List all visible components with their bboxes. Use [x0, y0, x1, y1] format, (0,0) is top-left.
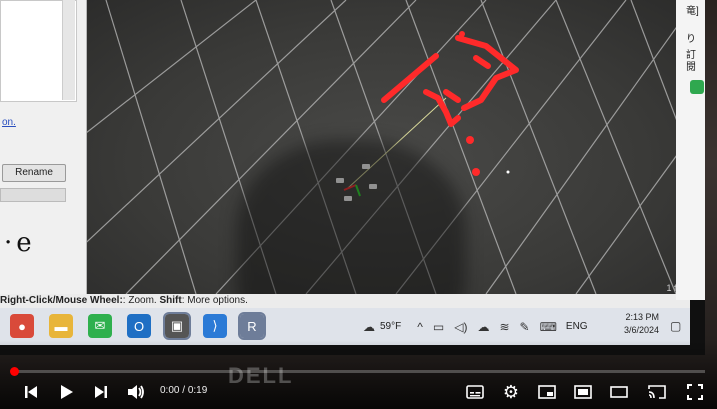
side-text-2: り [686, 34, 696, 45]
rviz-icon[interactable]: R [238, 312, 266, 340]
dell-logo: DELL [228, 363, 294, 388]
weather-icon[interactable]: ☁ [363, 320, 375, 334]
clock-date: 3/6/2024 [624, 325, 660, 335]
side-green-icon[interactable] [690, 80, 704, 94]
volume-icon[interactable] [125, 381, 147, 403]
battery-icon[interactable]: ▭ [433, 320, 444, 334]
chevron-up-icon[interactable]: ^ [417, 320, 423, 334]
side-window: 竜] り 訂閱 [676, 0, 705, 300]
panel-logo: ·e [4, 228, 36, 258]
status-shift-key: Shift [159, 295, 182, 306]
status-shift-action: : More options. [181, 295, 248, 306]
time-total: 0:19 [187, 385, 208, 396]
panel-slider[interactable] [0, 188, 66, 202]
video-player[interactable]: 1 fps on. Rename ·e Right-Click/Mouse Wh… [0, 0, 717, 409]
list-scrollbar[interactable] [62, 0, 75, 100]
outlook-icon[interactable]: O [127, 314, 151, 338]
language-indicator[interactable]: ENG [566, 321, 588, 332]
time-display: 0:00 / 0:19 [160, 385, 207, 396]
weather-temp[interactable]: 59°F [380, 321, 401, 332]
play-icon[interactable] [56, 381, 78, 403]
scrubber-handle[interactable] [10, 367, 19, 376]
help-link[interactable]: on. [2, 117, 16, 128]
cloud-icon[interactable]: ☁ [477, 320, 489, 334]
pen-icon[interactable]: ✎ [520, 320, 530, 334]
miniplayer-icon[interactable] [536, 381, 558, 403]
next-icon[interactable] [90, 381, 112, 403]
theater-mode-icon[interactable] [572, 381, 594, 403]
line-icon[interactable]: ✉ [88, 314, 112, 338]
keyboard-icon[interactable]: ⌨ [540, 320, 557, 334]
laptop-bezel: 1 fps on. Rename ·e Right-Click/Mouse Wh… [0, 0, 705, 355]
default-view-icon[interactable] [608, 381, 630, 403]
status-hint-action: : Zoom. [122, 295, 157, 306]
side-text-3: 訂閱 [686, 50, 696, 73]
vscode-icon[interactable]: ⟩ [203, 314, 227, 338]
red-map-points [381, 35, 519, 127]
status-hint-key: Right-Click/Mouse Wheel: [0, 295, 123, 306]
volume-icon[interactable]: ◁) [454, 320, 467, 334]
rename-button[interactable]: Rename [2, 164, 66, 182]
clock-time: 2:13 PM [625, 312, 660, 322]
progress-bar[interactable] [12, 370, 705, 373]
wifi-icon[interactable]: ≋ [499, 320, 509, 334]
camera-reflection [236, 140, 466, 294]
subtitles-icon[interactable] [464, 381, 486, 403]
displays-panel: on. Rename ·e [0, 0, 87, 294]
time-current: 0:00 [160, 385, 180, 396]
chrome-icon[interactable]: ● [10, 314, 34, 338]
laptop-screen: 1 fps on. Rename ·e Right-Click/Mouse Wh… [0, 0, 690, 345]
photos-icon[interactable]: ▣ [163, 312, 191, 340]
side-text-1: 竜] [686, 6, 699, 17]
rviz-3d-viewport[interactable]: 1 fps [86, 0, 690, 294]
notification-icon[interactable]: ▢ [670, 319, 681, 333]
taskbar-clock[interactable]: 2:13 PM 3/6/2024 [624, 311, 659, 337]
time-separator: / [179, 385, 188, 396]
cast-icon[interactable] [646, 381, 668, 403]
previous-icon[interactable] [20, 381, 42, 403]
status-bar: Right-Click/Mouse Wheel:: Zoom. Shift: M… [0, 294, 690, 308]
settings-gear-icon[interactable]: ⚙ [500, 381, 522, 403]
fullscreen-icon[interactable] [684, 381, 706, 403]
file-explorer-icon[interactable]: ▬ [49, 314, 73, 338]
